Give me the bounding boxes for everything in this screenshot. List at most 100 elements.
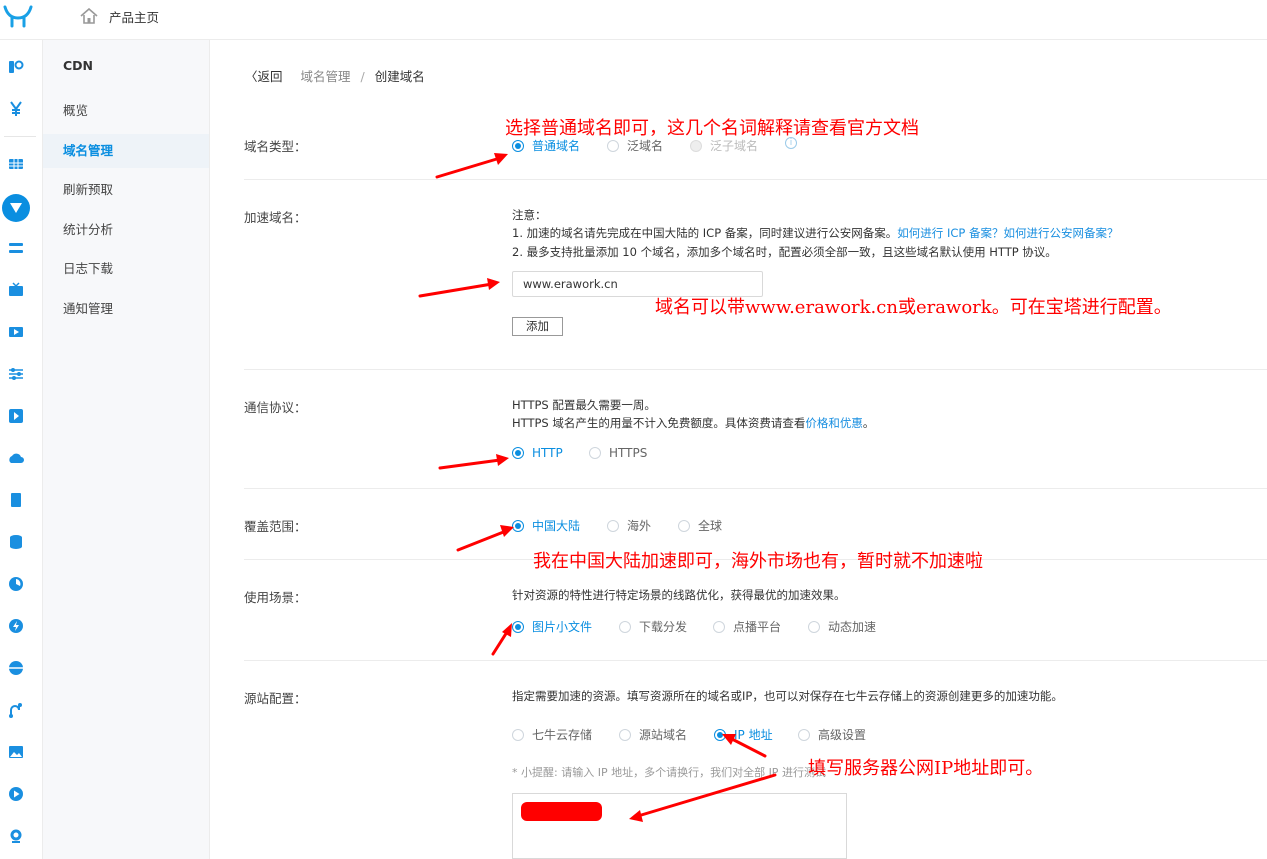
radio-vod[interactable]: 点播平台 [713, 618, 781, 635]
globe-icon[interactable] [8, 660, 24, 676]
radio-global[interactable]: 全球 [678, 517, 722, 534]
database-icon[interactable] [8, 534, 24, 550]
add-domain-button[interactable]: 添加 [512, 317, 563, 336]
section-divider [244, 488, 1267, 489]
radio-dot [619, 728, 631, 741]
radio-dot [512, 728, 524, 741]
cdn-icon[interactable] [2, 194, 30, 222]
radio-overseas[interactable]: 海外 [607, 517, 651, 534]
chart-circle-icon[interactable] [8, 576, 24, 592]
kodo-icon[interactable] [8, 59, 24, 75]
pricing-link[interactable]: 价格和优惠 [805, 416, 863, 430]
radio-qiniu-storage[interactable]: 七牛云存储 [512, 726, 592, 743]
radio-dot [678, 519, 690, 532]
rail-divider [4, 136, 36, 137]
arrow-head [494, 153, 508, 165]
note-title: 注意： [512, 208, 547, 222]
play-circle-icon[interactable] [8, 786, 24, 802]
arrow-domain-type [435, 156, 502, 179]
radio-http[interactable]: HTTP [512, 446, 563, 460]
radio-label: 下载分发 [639, 620, 688, 634]
arrow-http [438, 458, 502, 470]
annotation-coverage: 我在中国大陆加速即可，海外市场也有，暂时就不加速啦 [533, 551, 983, 572]
annotation-domain-type: 选择普通域名即可，这几个名词解释请查看官方文档 [505, 118, 919, 139]
cloud-icon[interactable] [8, 450, 24, 466]
sliders-icon[interactable] [8, 240, 24, 256]
sidebar-item-refresh-prefetch[interactable]: 刷新预取 [43, 173, 209, 207]
section-divider [244, 660, 1267, 661]
radio-dot [690, 139, 702, 152]
origin-label: 源站配置： [244, 691, 307, 706]
radio-dot [714, 728, 726, 741]
scenario-label: 使用场景： [244, 590, 307, 605]
note-line-1-text: 1. 加速的域名请先完成在中国大陆的 ICP 备案，同时建议进行公安网备案。 [512, 226, 898, 240]
accel-domain-label: 加速域名： [244, 210, 307, 225]
radio-label: 高级设置 [818, 728, 867, 742]
route-icon[interactable] [8, 702, 24, 718]
sidebar-item-log-download[interactable]: 日志下载 [43, 252, 209, 286]
radio-label: 中国大陆 [532, 519, 581, 533]
home-icon[interactable] [80, 8, 98, 24]
play-box-icon[interactable] [8, 408, 24, 424]
radio-label: IP 地址 [734, 728, 773, 742]
sidebar-title: CDN [63, 58, 94, 73]
ip-hint: * 小提醒: 请输入 IP 地址，多个请换行，我们对全部 IP 进行测试 [512, 766, 826, 779]
radio-dynamic[interactable]: 动态加速 [808, 618, 876, 635]
bolt-icon[interactable] [8, 618, 24, 634]
radio-dot [607, 519, 619, 532]
origin-desc: 指定需要加速的资源。填写资源所在的域名或IP，也可以对保存在七牛云存储上的资源创… [512, 689, 1063, 703]
sidebar-item-notifications[interactable]: 通知管理 [43, 292, 209, 326]
radio-dot [512, 447, 524, 459]
radio-dot [713, 620, 725, 633]
radio-download[interactable]: 下载分发 [619, 618, 687, 635]
radio-dot [512, 620, 524, 633]
radio-advanced[interactable]: 高级设置 [798, 726, 866, 743]
camera-icon[interactable] [8, 828, 24, 844]
image-icon[interactable] [8, 744, 24, 760]
police-filing-link[interactable]: 如何进行公安网备案？ [1003, 226, 1118, 240]
scenario-desc: 针对资源的特性进行特定场景的线路优化，获得最优的加速效果。 [512, 588, 846, 602]
book-icon[interactable] [8, 492, 24, 508]
radio-https[interactable]: HTTPS [589, 446, 647, 460]
protocol-label: 通信协议： [244, 400, 307, 415]
protocol-note-1: HTTPS 配置最久需要一周。 [512, 398, 656, 412]
sidebar-item-domain-management[interactable]: 域名管理 [43, 134, 209, 168]
arrow-head [487, 278, 500, 290]
radio-ip-address[interactable]: IP 地址 [714, 726, 773, 743]
grid-icon[interactable] [8, 156, 24, 172]
tv-icon[interactable] [8, 282, 24, 298]
arrow-head [502, 623, 512, 637]
top-bar: 产品主页 [0, 0, 1267, 40]
product-icon-rail [0, 40, 43, 859]
home-link[interactable]: 产品主页 [109, 7, 159, 26]
radio-label: 海外 [627, 519, 652, 533]
protocol-note-2-text: HTTPS 域名产生的用量不计入免费额度。具体资费请查看 [512, 416, 806, 430]
qiniu-logo[interactable] [2, 4, 34, 30]
radio-label: 图片小文件 [532, 620, 593, 634]
arrow-domain-input [418, 282, 494, 298]
radio-label: HTTP [532, 446, 563, 460]
note-line-2: 2. 最多支持批量添加 10 个域名，添加多个域名时，配置必须全部一致，且这些域… [512, 245, 1057, 259]
radio-origin-domain[interactable]: 源站域名 [619, 726, 687, 743]
annotation-ip: 填写服务器公网IP地址即可。 [808, 758, 1044, 779]
arrow-coverage [456, 529, 508, 552]
breadcrumb-parent[interactable]: 域名管理 [301, 69, 351, 84]
breadcrumb: 〈返回 域名管理 / 创建域名 [245, 66, 425, 85]
radio-label: 源站域名 [639, 728, 688, 742]
annotation-domain: 域名可以带www.erawork.cn或erawork。可在宝塔进行配置。 [655, 297, 1172, 318]
radio-label: HTTPS [609, 446, 648, 460]
radio-small-files[interactable]: 图片小文件 [512, 618, 592, 635]
sidebar-item-statistics[interactable]: 统计分析 [43, 213, 209, 247]
radio-dot [512, 139, 524, 152]
settings-sliders-icon[interactable] [8, 366, 24, 382]
section-divider [244, 369, 1267, 370]
radio-mainland-china[interactable]: 中国大陆 [512, 517, 580, 534]
protocol-note-2-end: 。 [862, 416, 875, 430]
yen-icon[interactable] [8, 101, 24, 117]
icp-filing-link[interactable]: 如何进行 ICP 备案？ [897, 226, 1003, 240]
video-icon[interactable] [8, 324, 24, 340]
breadcrumb-current: 创建域名 [374, 69, 425, 84]
back-link[interactable]: 〈返回 [245, 69, 283, 84]
sidebar-item-overview[interactable]: 概览 [43, 94, 209, 128]
radio-label: 动态加速 [828, 620, 877, 634]
